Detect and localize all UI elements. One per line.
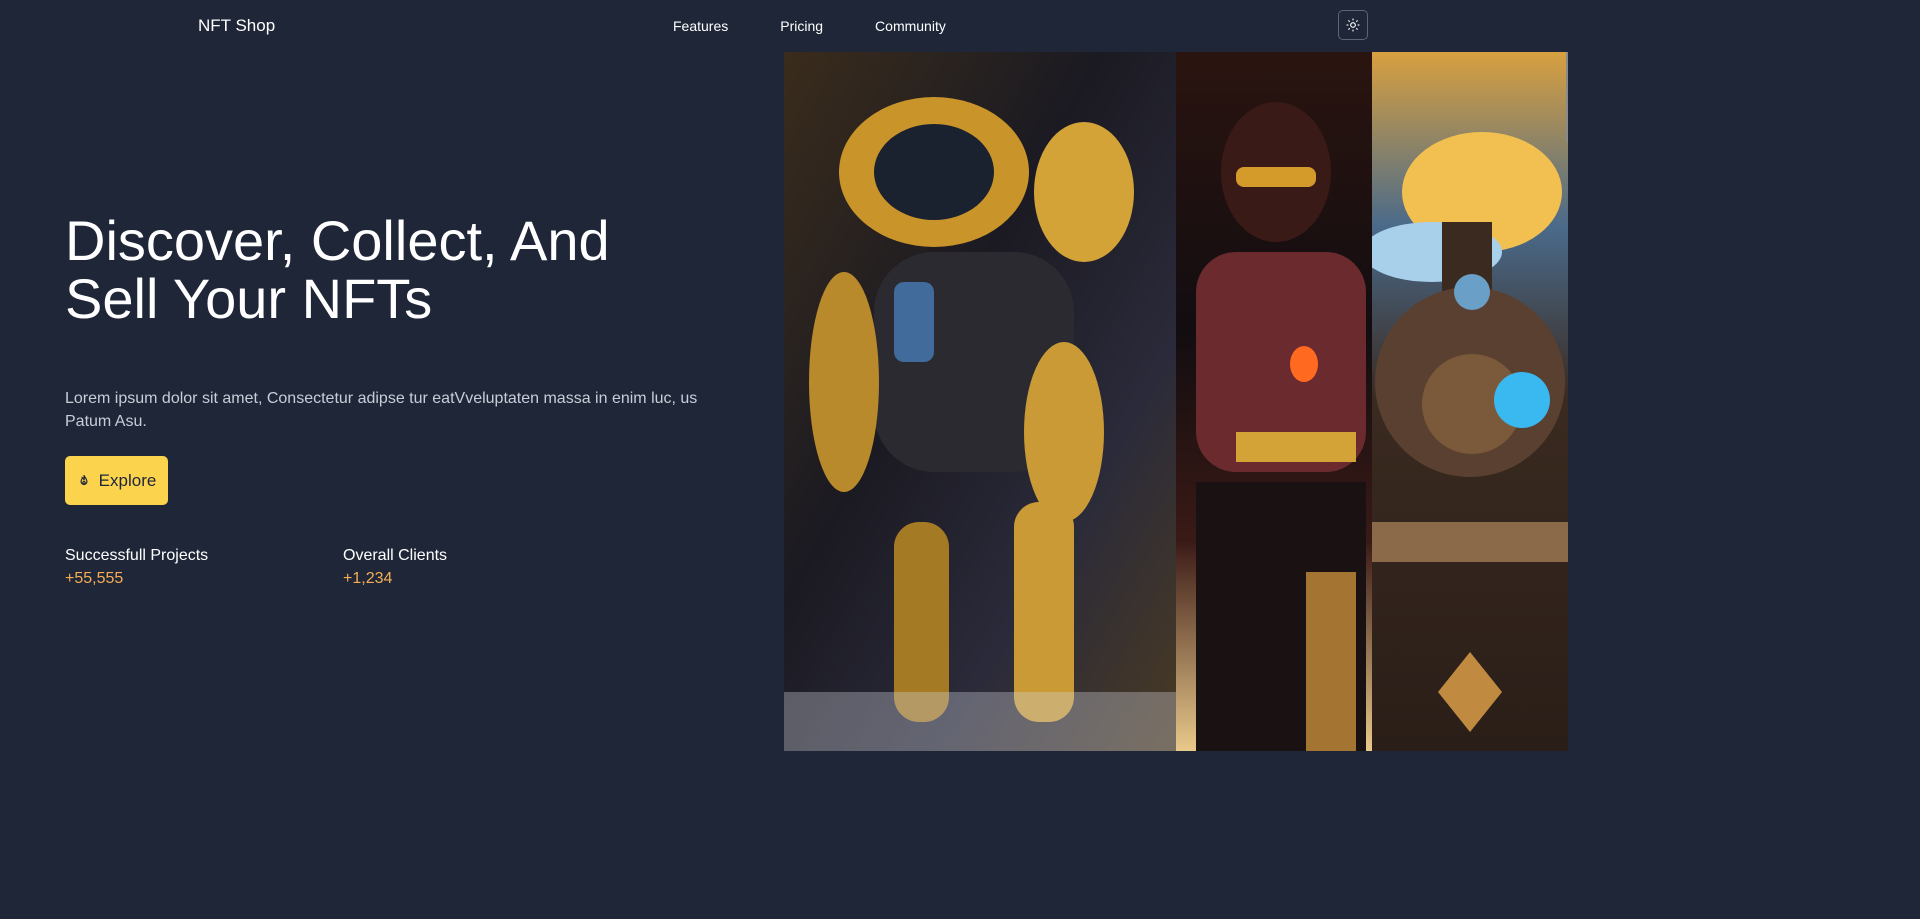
theme-toggle-button[interactable]: [1338, 10, 1368, 40]
nav-links: Features Pricing Community: [673, 18, 946, 34]
nav-link-features[interactable]: Features: [673, 18, 728, 34]
stat-successful-projects: Successfull Projects +55,555: [65, 546, 208, 590]
nft-image-gold-robot[interactable]: [784, 52, 1176, 751]
explore-button-label: Explore: [98, 470, 157, 490]
stat-value: +55,555: [65, 570, 124, 587]
hero-title-line-1: Discover, Collect, And: [65, 209, 610, 272]
steam-locomotive-illustration: [1372, 132, 1568, 732]
brand-logo[interactable]: NFT Shop: [198, 16, 275, 36]
hero-title-line-2: Sell Your NFTs: [65, 267, 433, 330]
hero-title: Discover, Collect, And Sell Your NFTs: [65, 212, 765, 328]
sun-icon: [1346, 18, 1360, 32]
nft-image-steam-locomotive[interactable]: [1372, 52, 1568, 751]
nav-link-pricing[interactable]: Pricing: [780, 18, 823, 34]
armored-hero-illustration: [1196, 102, 1366, 751]
stat-value: +1,234: [343, 570, 393, 587]
hero-description: Lorem ipsum dolor sit amet, Consectetur …: [65, 390, 698, 430]
fire-icon: [80, 474, 88, 485]
nav-link-community[interactable]: Community: [875, 18, 946, 34]
scrollbar[interactable]: [1566, 52, 1568, 142]
gold-robot-illustration: [784, 97, 1176, 751]
top-navbar: NFT Shop Features Pricing Community: [0, 0, 1568, 52]
stat-label: Successfull Projects: [65, 547, 209, 564]
stat-label: Overall Clients: [343, 547, 448, 564]
stat-overall-clients: Overall Clients +1,234: [343, 546, 447, 590]
nft-gallery: [784, 52, 1568, 751]
explore-button[interactable]: Explore: [65, 456, 168, 505]
nft-image-armored-hero[interactable]: [1176, 52, 1372, 751]
